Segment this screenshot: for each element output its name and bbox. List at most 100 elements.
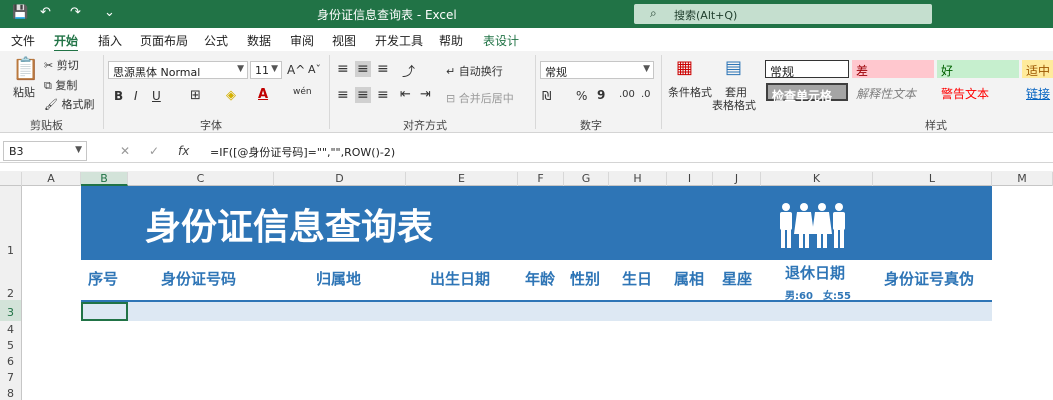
row-header-4[interactable]: 4 xyxy=(0,321,22,337)
decrease-indent-icon[interactable]: ⇤ xyxy=(400,87,411,102)
separator xyxy=(535,55,536,129)
tab-formulas[interactable]: 公式 xyxy=(204,32,228,49)
redo-icon[interactable]: ↷ xyxy=(70,5,81,20)
row-header-5[interactable]: 5 xyxy=(0,337,22,353)
currency-icon[interactable]: ₪ xyxy=(542,89,551,103)
enter-icon[interactable]: ✓ xyxy=(149,144,159,158)
merge-label: 合并后居中 xyxy=(458,92,514,105)
shrink-font-button[interactable]: Aˇ xyxy=(308,63,321,76)
tab-insert[interactable]: 插入 xyxy=(98,32,122,49)
tab-developer[interactable]: 开发工具 xyxy=(375,32,423,49)
header-birthday: 生日 xyxy=(622,270,653,288)
copy-button[interactable]: ⧉ 复制 xyxy=(44,77,77,93)
italic-button[interactable]: I xyxy=(134,89,138,103)
name-box[interactable]: B3 ▼ xyxy=(3,141,87,161)
style-normal[interactable]: 常规 xyxy=(765,60,849,79)
tab-file[interactable]: 文件 xyxy=(11,32,35,49)
paste-button[interactable]: 粘贴 xyxy=(13,84,35,100)
tab-help[interactable]: 帮助 xyxy=(439,32,463,49)
font-color-icon[interactable]: A xyxy=(258,87,268,102)
tab-page-layout[interactable]: 页面布局 xyxy=(140,32,188,49)
tab-data[interactable]: 数据 xyxy=(247,32,271,49)
column-header-c[interactable]: C xyxy=(128,172,274,186)
active-cell-b3[interactable] xyxy=(81,302,128,321)
column-header-l[interactable]: L xyxy=(873,172,992,186)
style-explanatory[interactable]: 解释性文本 xyxy=(852,83,934,101)
borders-icon[interactable]: ⊞ xyxy=(190,88,201,103)
copy-label: 复制 xyxy=(55,79,78,92)
column-header-b[interactable]: B xyxy=(81,172,128,186)
column-header-j[interactable]: J xyxy=(713,172,761,186)
formula-input[interactable]: =IF([@身份证号码]="","",ROW()-2) xyxy=(210,144,395,160)
tab-review[interactable]: 审阅 xyxy=(290,32,314,49)
row-header-8[interactable]: 8 xyxy=(0,385,22,400)
column-header-k[interactable]: K xyxy=(761,172,873,186)
fill-color-icon[interactable]: ◈ xyxy=(226,88,236,103)
style-neutral[interactable]: 适中 xyxy=(1022,60,1053,78)
table-row[interactable] xyxy=(81,300,992,321)
style-check-cell[interactable]: 检查单元格 xyxy=(766,83,848,103)
font-name-select[interactable]: 思源黑体 Normal ▼ xyxy=(108,61,248,79)
align-left-icon[interactable]: ≡ xyxy=(337,87,349,103)
column-header-i[interactable]: I xyxy=(667,172,713,186)
column-header-g[interactable]: G xyxy=(564,172,609,186)
conditional-format-icon[interactable]: ▦ xyxy=(676,57,693,78)
orientation-icon[interactable]: ⤴ xyxy=(402,61,415,80)
row-header-3[interactable]: 3 xyxy=(0,300,22,321)
cancel-icon[interactable]: ✕ xyxy=(120,144,130,158)
style-good[interactable]: 好 xyxy=(937,60,1019,78)
comma-button[interactable]: 9 xyxy=(597,88,605,102)
align-right-icon[interactable]: ≡ xyxy=(377,87,389,103)
row-header-6[interactable]: 6 xyxy=(0,353,22,369)
style-hyperlink[interactable]: 链接 xyxy=(1022,83,1053,101)
undo-icon[interactable]: ↶ xyxy=(40,5,51,20)
phonetic-guide-button[interactable]: wén xyxy=(293,87,312,97)
column-header-m[interactable]: M xyxy=(992,172,1053,186)
cut-button[interactable]: ✂ 剪切 xyxy=(44,57,79,73)
tab-home[interactable]: 开始 xyxy=(54,32,79,52)
separator xyxy=(103,55,104,129)
percent-button[interactable]: % xyxy=(576,89,587,103)
column-header-f[interactable]: F xyxy=(518,172,564,186)
align-bottom-icon[interactable]: ≡ xyxy=(377,61,389,77)
row-header-7[interactable]: 7 xyxy=(0,369,22,385)
font-size-select[interactable]: 11 ▼ xyxy=(250,61,282,79)
conditional-format-button[interactable]: 条件格式 xyxy=(668,84,712,100)
table-format-button-line2[interactable]: 表格格式 xyxy=(712,97,756,113)
decrease-decimal-icon[interactable]: .0 xyxy=(641,89,651,100)
separator xyxy=(661,55,662,129)
style-warning[interactable]: 警告文本 xyxy=(937,83,1019,101)
number-format-select[interactable]: 常规 ▼ xyxy=(540,61,654,79)
wrap-text-button[interactable]: ↵ 自动换行 xyxy=(446,63,503,79)
format-painter-button[interactable]: 🖌 格式刷 xyxy=(44,96,94,112)
style-bad[interactable]: 差 xyxy=(852,60,934,78)
align-middle-icon[interactable]: ≡ xyxy=(355,61,371,77)
underline-button[interactable]: U xyxy=(152,89,161,103)
paste-icon[interactable]: 📋 xyxy=(12,57,39,82)
column-header-d[interactable]: D xyxy=(274,172,406,186)
customize-quick-access-icon[interactable]: ⌄ xyxy=(104,5,115,20)
tab-table-design[interactable]: 表设计 xyxy=(483,32,519,49)
column-header-a[interactable]: A xyxy=(22,172,81,186)
align-top-icon[interactable]: ≡ xyxy=(337,61,349,77)
brush-icon: 🖌 xyxy=(44,98,58,111)
column-headers: A B C D E F G H I J K L M xyxy=(0,171,1053,186)
row-header-1[interactable]: 1 xyxy=(0,186,22,260)
select-all-corner[interactable] xyxy=(0,172,22,186)
insert-function-icon[interactable]: fx xyxy=(178,144,189,158)
increase-indent-icon[interactable]: ⇥ xyxy=(420,87,431,102)
grow-font-button[interactable]: A^ xyxy=(287,63,305,77)
merge-center-button[interactable]: ⊟ 合并后居中 xyxy=(446,90,514,106)
ribbon: 📋 粘贴 ✂ 剪切 ⧉ 复制 🖌 格式刷 剪贴板 思源黑体 Normal ▼ 11… xyxy=(0,51,1053,133)
bold-button[interactable]: B xyxy=(114,89,123,103)
column-header-e[interactable]: E xyxy=(406,172,518,186)
tab-view[interactable]: 视图 xyxy=(332,32,356,49)
search-placeholder: 搜索(Alt+Q) xyxy=(674,9,738,22)
row-header-2[interactable]: 2 xyxy=(0,260,22,300)
column-header-h[interactable]: H xyxy=(609,172,667,186)
search-box[interactable]: ⌕ 搜索(Alt+Q) xyxy=(634,4,932,24)
align-center-icon[interactable]: ≡ xyxy=(355,87,371,103)
save-icon[interactable]: 💾 xyxy=(12,5,28,20)
table-format-icon[interactable]: ▤ xyxy=(725,57,742,78)
increase-decimal-icon[interactable]: .00 xyxy=(619,89,635,100)
